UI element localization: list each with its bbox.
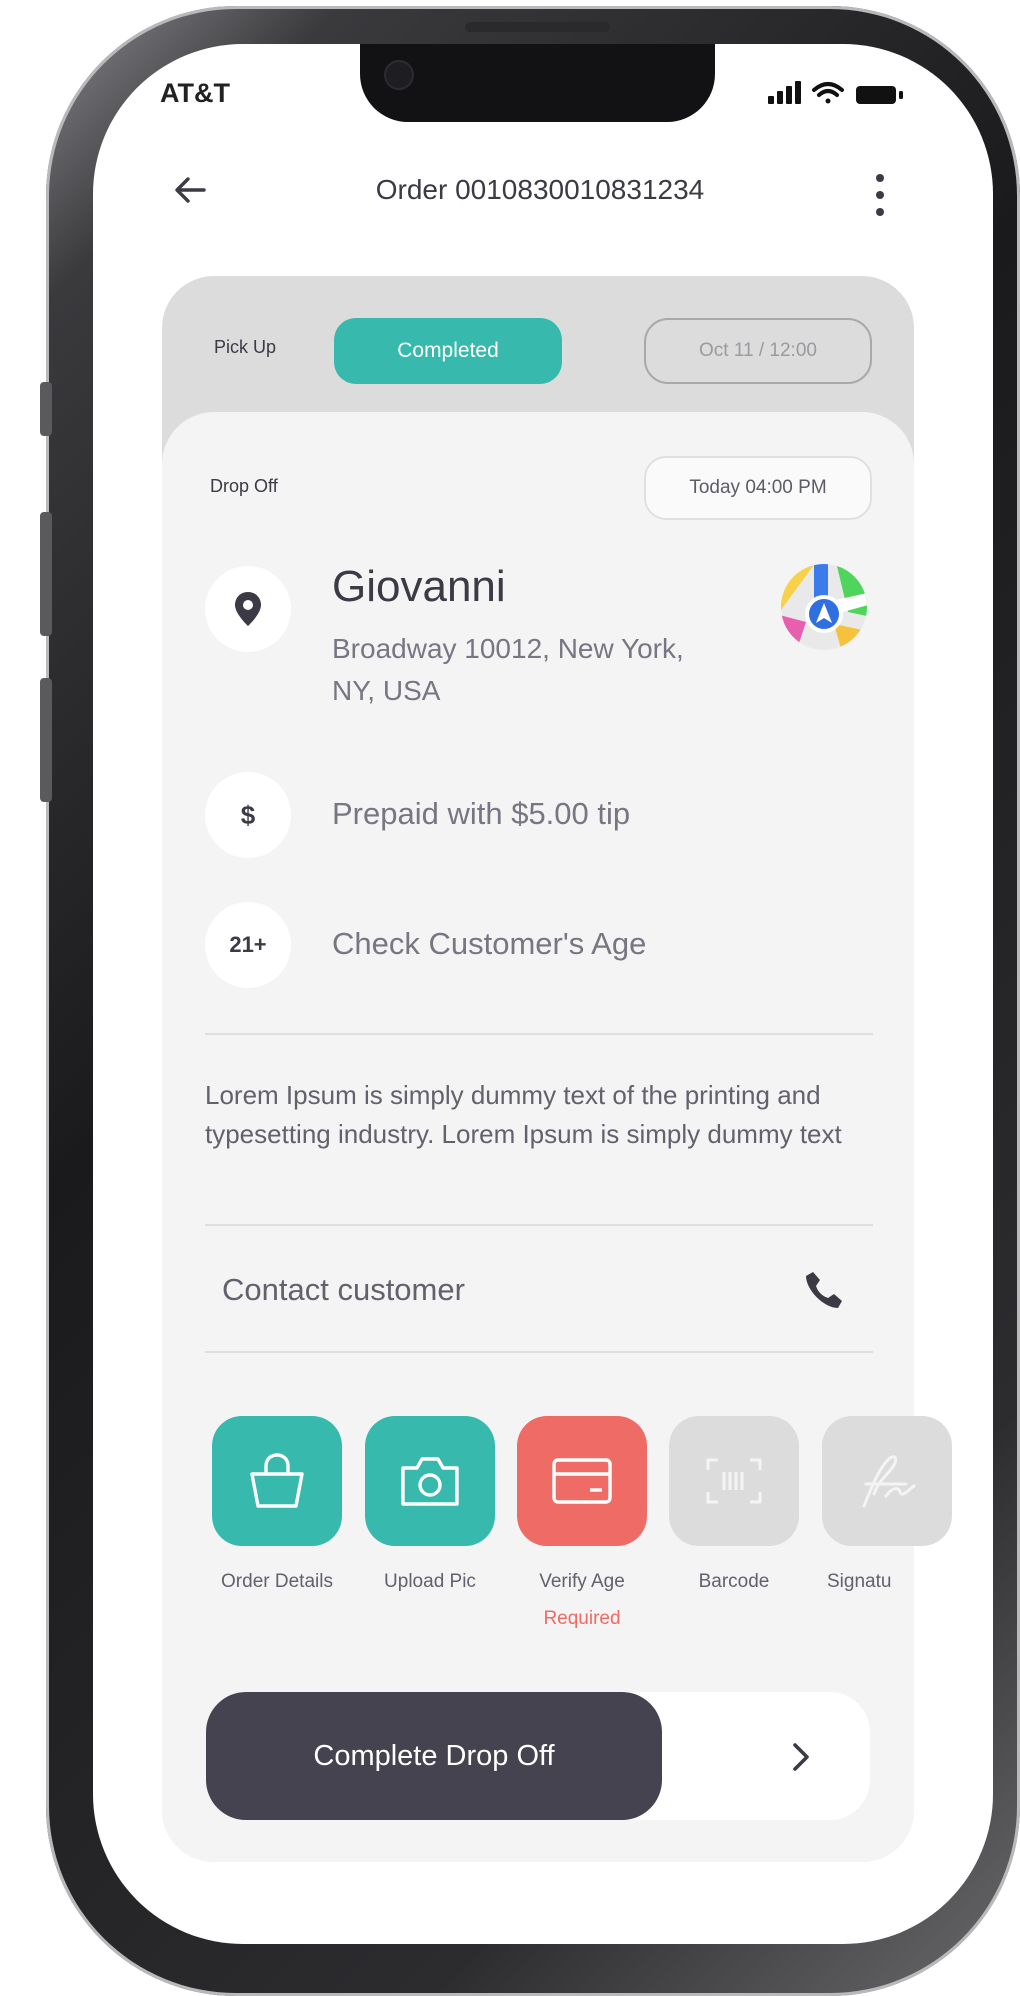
- barcode-icon: [706, 1458, 762, 1504]
- dropoff-time-badge: Today 04:00 PM: [644, 456, 872, 520]
- pickup-time-badge: Oct 11 / 12:00: [644, 318, 872, 384]
- chevron-right-icon: [793, 1743, 809, 1771]
- signal-icon: [768, 81, 801, 104]
- phone-call-icon[interactable]: [802, 1268, 846, 1312]
- dropoff-label: Drop Off: [210, 476, 278, 496]
- customer-address: Broadway 10012, New York, NY, USA: [332, 633, 684, 706]
- shopping-bag-icon: [250, 1453, 304, 1508]
- customer-name: Giovanni: [332, 562, 506, 611]
- divider: [205, 1033, 873, 1035]
- upload-pic-label: Upload Pic: [384, 1571, 476, 1592]
- signature-button[interactable]: [822, 1416, 952, 1546]
- signature-label: Signatu: [827, 1571, 892, 1592]
- age-check-text: Check Customer's Age: [332, 926, 647, 961]
- verify-age-button[interactable]: [517, 1416, 647, 1546]
- maps-navigation-icon[interactable]: [776, 562, 872, 652]
- verify-age-required-note: Required: [543, 1608, 621, 1629]
- age-badge-icon: 21+: [205, 902, 291, 988]
- carrier-label: AT&T: [160, 78, 230, 108]
- battery-icon: [856, 86, 903, 104]
- verify-age-label: Verify Age: [539, 1571, 625, 1592]
- volume-down-button: [40, 678, 52, 802]
- volume-up-button: [40, 512, 52, 636]
- status-icons: [768, 81, 903, 104]
- more-options-icon[interactable]: [870, 170, 890, 220]
- signature-icon: [862, 1455, 916, 1508]
- id-card-icon: [552, 1458, 612, 1504]
- front-camera: [384, 60, 414, 90]
- dollar-icon: $: [205, 772, 291, 858]
- mute-switch: [40, 382, 52, 436]
- page-title: Order 0010830010831234: [375, 174, 705, 205]
- wifi-icon: [812, 82, 844, 104]
- payment-info: Prepaid with $5.00 tip: [332, 796, 631, 831]
- pickup-label: Pick Up: [214, 337, 277, 357]
- pickup-status-badge: Completed: [334, 318, 562, 384]
- upload-pic-button[interactable]: [365, 1416, 495, 1546]
- order-details-label: Order Details: [221, 1571, 333, 1592]
- order-notes: Lorem Ipsum is simply dummy text of the …: [205, 1080, 842, 1149]
- notch: [360, 44, 715, 122]
- complete-drop-off-button[interactable]: Complete Drop Off: [206, 1692, 662, 1820]
- location-pin-icon: [205, 566, 291, 652]
- back-arrow-icon[interactable]: [170, 170, 210, 210]
- divider: [205, 1351, 873, 1353]
- contact-customer-label[interactable]: Contact customer: [222, 1272, 465, 1308]
- order-details-button[interactable]: [212, 1416, 342, 1546]
- speaker-grille: [465, 22, 610, 32]
- barcode-button[interactable]: [669, 1416, 799, 1546]
- camera-icon: [401, 1457, 459, 1506]
- barcode-label: Barcode: [698, 1571, 770, 1592]
- divider: [205, 1224, 873, 1226]
